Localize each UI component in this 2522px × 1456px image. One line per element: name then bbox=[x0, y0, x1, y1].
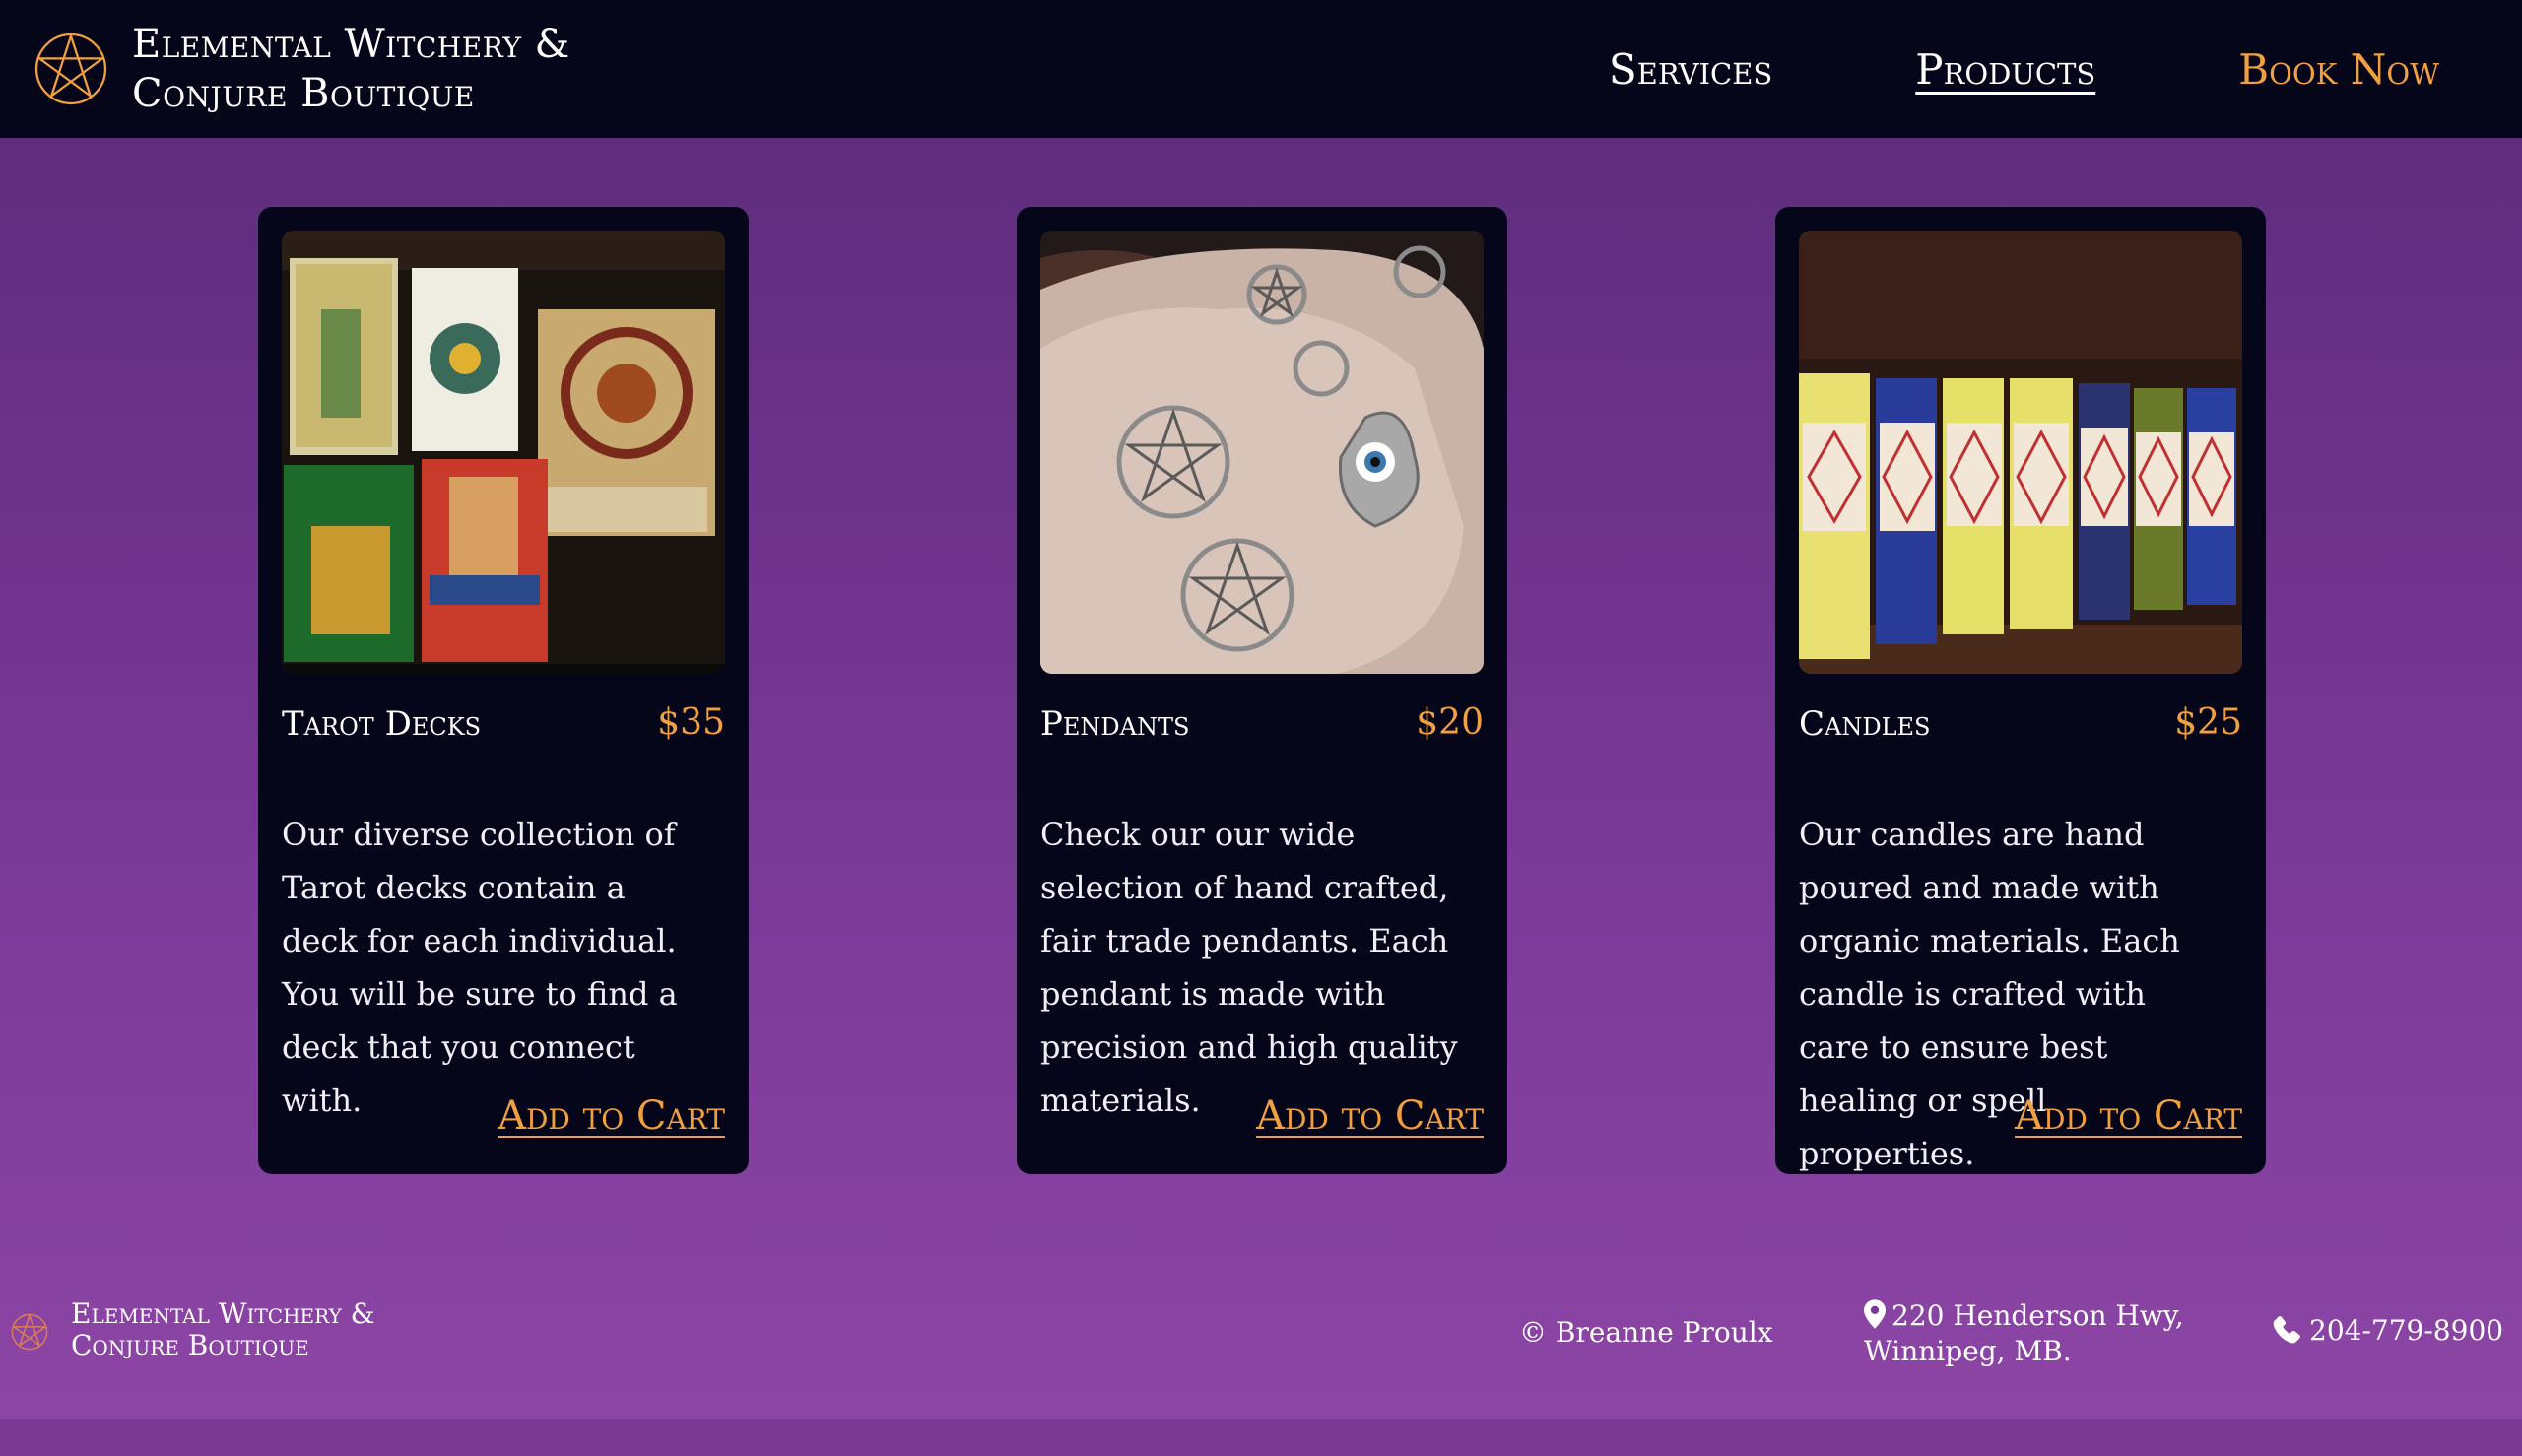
phone-number: 204-779-8900 bbox=[2309, 1314, 2504, 1347]
pendants-photo bbox=[1040, 231, 1484, 674]
nav-products[interactable]: Products bbox=[1915, 45, 2095, 94]
add-to-cart-button[interactable]: Add to Cart bbox=[1256, 1093, 1484, 1139]
copyright-text: © Breanne Proulx bbox=[1519, 1316, 1773, 1349]
product-description: Check our our wide selection of hand cra… bbox=[1040, 816, 1458, 1119]
product-card-candles: Candles $25 Our candles are hand poured … bbox=[1775, 207, 2266, 1174]
map-pin-icon bbox=[1864, 1299, 1886, 1329]
site-footer: Elemental Witchery & Conjure Boutique © … bbox=[0, 1271, 2522, 1419]
phone-icon bbox=[2273, 1316, 2300, 1344]
brand-name-line1: Elemental Witchery & bbox=[132, 22, 570, 67]
brand-name: Elemental Witchery & Conjure Boutique bbox=[132, 20, 570, 118]
footer-phone[interactable]: 204-779-8900 bbox=[2272, 1314, 2503, 1347]
brand-name-line2: Conjure Boutique bbox=[132, 71, 475, 116]
product-price: $35 bbox=[657, 702, 725, 743]
pentagram-icon bbox=[11, 1313, 48, 1351]
footer-brand-line1: Elemental Witchery & bbox=[71, 1297, 375, 1330]
add-to-cart-button[interactable]: Add to Cart bbox=[2015, 1093, 2242, 1139]
product-title: Candles bbox=[1799, 704, 1931, 744]
product-price: $20 bbox=[1416, 702, 1484, 743]
nav-book-now[interactable]: Book Now bbox=[2238, 45, 2439, 94]
product-card-pendants: Pendants $20 Check our our wide selectio… bbox=[1017, 207, 1507, 1174]
product-title: Pendants bbox=[1040, 704, 1190, 744]
footer-brand[interactable]: Elemental Witchery & Conjure Boutique bbox=[71, 1298, 375, 1361]
product-card-tarot: Tarot Decks $35 Our diverse collection o… bbox=[258, 207, 749, 1174]
footer-bottom-band bbox=[0, 1419, 2522, 1456]
add-to-cart-button[interactable]: Add to Cart bbox=[498, 1093, 725, 1139]
product-description: Our diverse collection of Tarot decks co… bbox=[282, 816, 678, 1119]
address-line2: Winnipeg, MB. bbox=[1864, 1335, 2072, 1367]
tarot-decks-photo bbox=[282, 231, 725, 674]
site-header: Elemental Witchery & Conjure Boutique Se… bbox=[0, 0, 2522, 138]
pentagram-icon bbox=[34, 33, 107, 105]
product-title: Tarot Decks bbox=[282, 704, 482, 744]
brand-link[interactable]: Elemental Witchery & Conjure Boutique bbox=[33, 20, 570, 118]
product-price: $25 bbox=[2174, 702, 2242, 743]
main-nav: Services Products Book Now bbox=[1609, 0, 2522, 138]
address-line1: 220 Henderson Hwy, bbox=[1892, 1299, 2184, 1332]
footer-address: 220 Henderson Hwy, Winnipeg, MB. bbox=[1864, 1298, 2184, 1369]
candles-photo bbox=[1799, 231, 2242, 674]
nav-services[interactable]: Services bbox=[1609, 45, 1772, 94]
footer-brand-line2: Conjure Boutique bbox=[71, 1329, 309, 1361]
